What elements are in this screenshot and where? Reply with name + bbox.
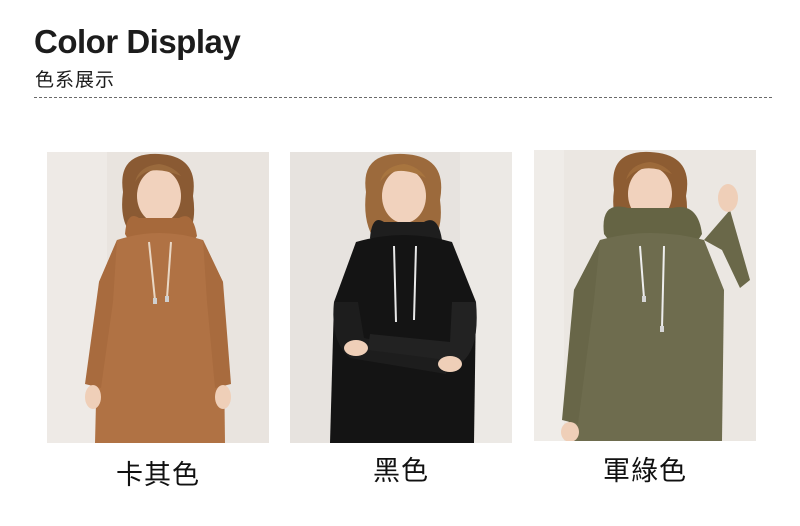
- product-photo-black: [290, 152, 512, 443]
- product-photo-army-green: [534, 150, 756, 441]
- section-title: Color Display: [34, 23, 241, 60]
- color-label-army-green: 軍綠色: [603, 456, 687, 487]
- product-photo-khaki: [47, 152, 269, 443]
- color-label-khaki: 卡其色: [116, 460, 200, 491]
- dashed-divider: [34, 97, 772, 98]
- model-khaki-hoodie-dress-image: [47, 152, 269, 443]
- model-black-hoodie-dress-image: [290, 152, 512, 443]
- color-label-black: 黑色: [373, 456, 429, 487]
- model-army-green-hoodie-dress-image: [534, 150, 756, 441]
- section-subtitle: 色系展示: [35, 69, 116, 91]
